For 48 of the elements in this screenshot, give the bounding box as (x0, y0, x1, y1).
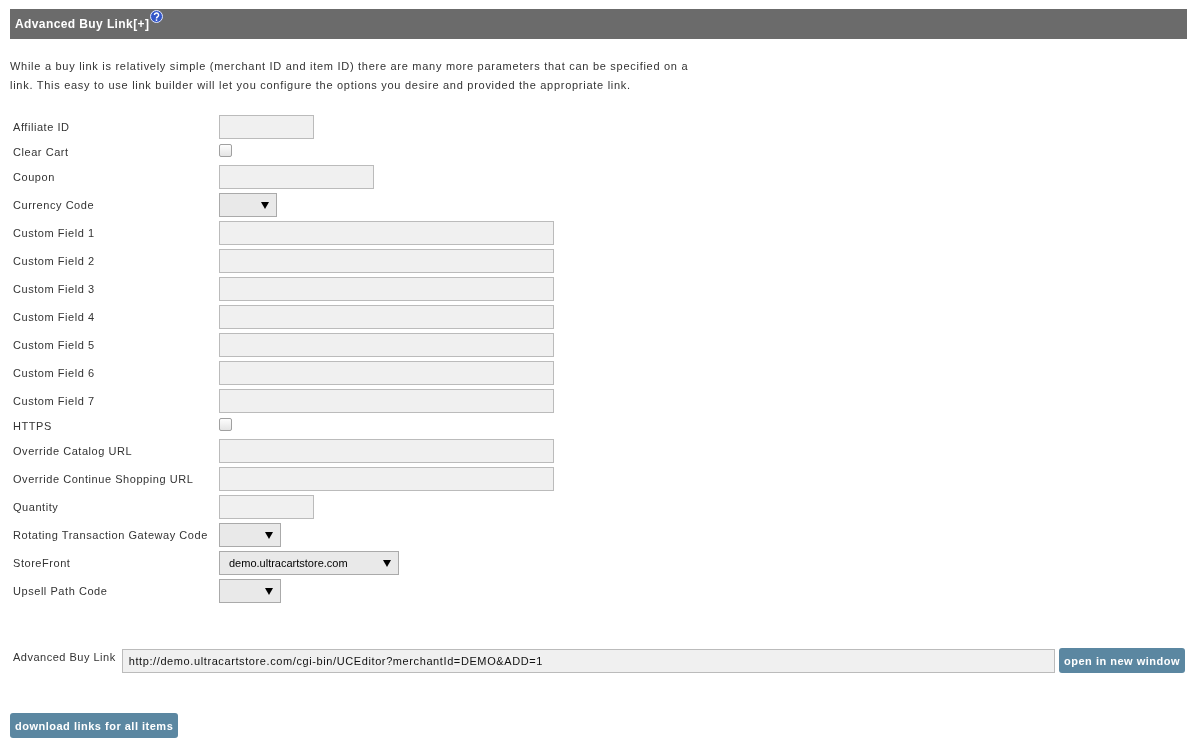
field-label: Custom Field 4 (12, 310, 96, 324)
text-field[interactable] (219, 305, 554, 329)
section-title: Advanced Buy Link (15, 18, 134, 30)
dropdown[interactable] (219, 193, 277, 217)
field-label: Override Catalog URL (12, 444, 134, 458)
field-label: Quantity (12, 500, 60, 514)
dropdown[interactable] (219, 523, 281, 547)
text-field[interactable] (219, 495, 314, 519)
text-field[interactable] (219, 221, 554, 245)
url-field[interactable]: http://demo.ultracartstore.com/cgi-bin/UCEditor?merchantId=DEMO&ADD=1 (121, 649, 1056, 673)
caret-icon (265, 531, 273, 539)
field-label: Upsell Path Code (12, 584, 109, 598)
field-label: Custom Field 6 (12, 366, 96, 380)
text-field[interactable] (219, 361, 554, 385)
expand-link[interactable]: [+] (133, 18, 150, 30)
description-text: While a buy link is relatively simple (merchant ID and item ID) there are many more parameters that can be specified on a link. This easy to use link builder will let you configure the options you desire and provided the appropriate link. (10, 59, 690, 93)
field-label: Currency Code (12, 198, 96, 212)
dropdown[interactable]: demo.ultracartstore.com (219, 551, 399, 575)
field-label: Coupon (12, 170, 56, 184)
caret-icon (383, 559, 391, 567)
field-label: Custom Field 7 (12, 394, 96, 408)
field-label: Custom Field 2 (12, 254, 96, 268)
checkbox[interactable] (219, 418, 232, 431)
text-field[interactable] (219, 165, 374, 189)
field-label: Custom Field 1 (12, 226, 96, 240)
caret-icon (261, 201, 269, 209)
field-label: Custom Field 5 (12, 338, 96, 352)
text-field[interactable] (219, 249, 554, 273)
text-field[interactable] (219, 467, 554, 491)
download-button[interactable]: download links for all items (10, 713, 179, 738)
field-label: Affiliate ID (12, 120, 71, 134)
field-label: Clear Cart (12, 145, 70, 159)
checkbox[interactable] (219, 144, 232, 157)
open-window-button[interactable]: open in new window (1059, 648, 1185, 673)
field-label: Custom Field 3 (12, 282, 96, 296)
field-label: HTTPS (12, 419, 53, 433)
text-field[interactable] (219, 115, 314, 139)
field-label: Override Continue Shopping URL (12, 472, 195, 486)
text-field[interactable] (219, 277, 554, 301)
text-field[interactable] (219, 389, 554, 413)
help-icon[interactable] (150, 10, 164, 23)
text-field[interactable] (219, 439, 554, 463)
field-label: Advanced Buy Link (12, 650, 116, 665)
dropdown[interactable] (219, 579, 281, 603)
text-field[interactable] (219, 333, 554, 357)
field-label: Rotating Transaction Gateway Code (12, 528, 209, 542)
caret-icon (265, 587, 273, 595)
field-label: StoreFront (12, 556, 72, 570)
